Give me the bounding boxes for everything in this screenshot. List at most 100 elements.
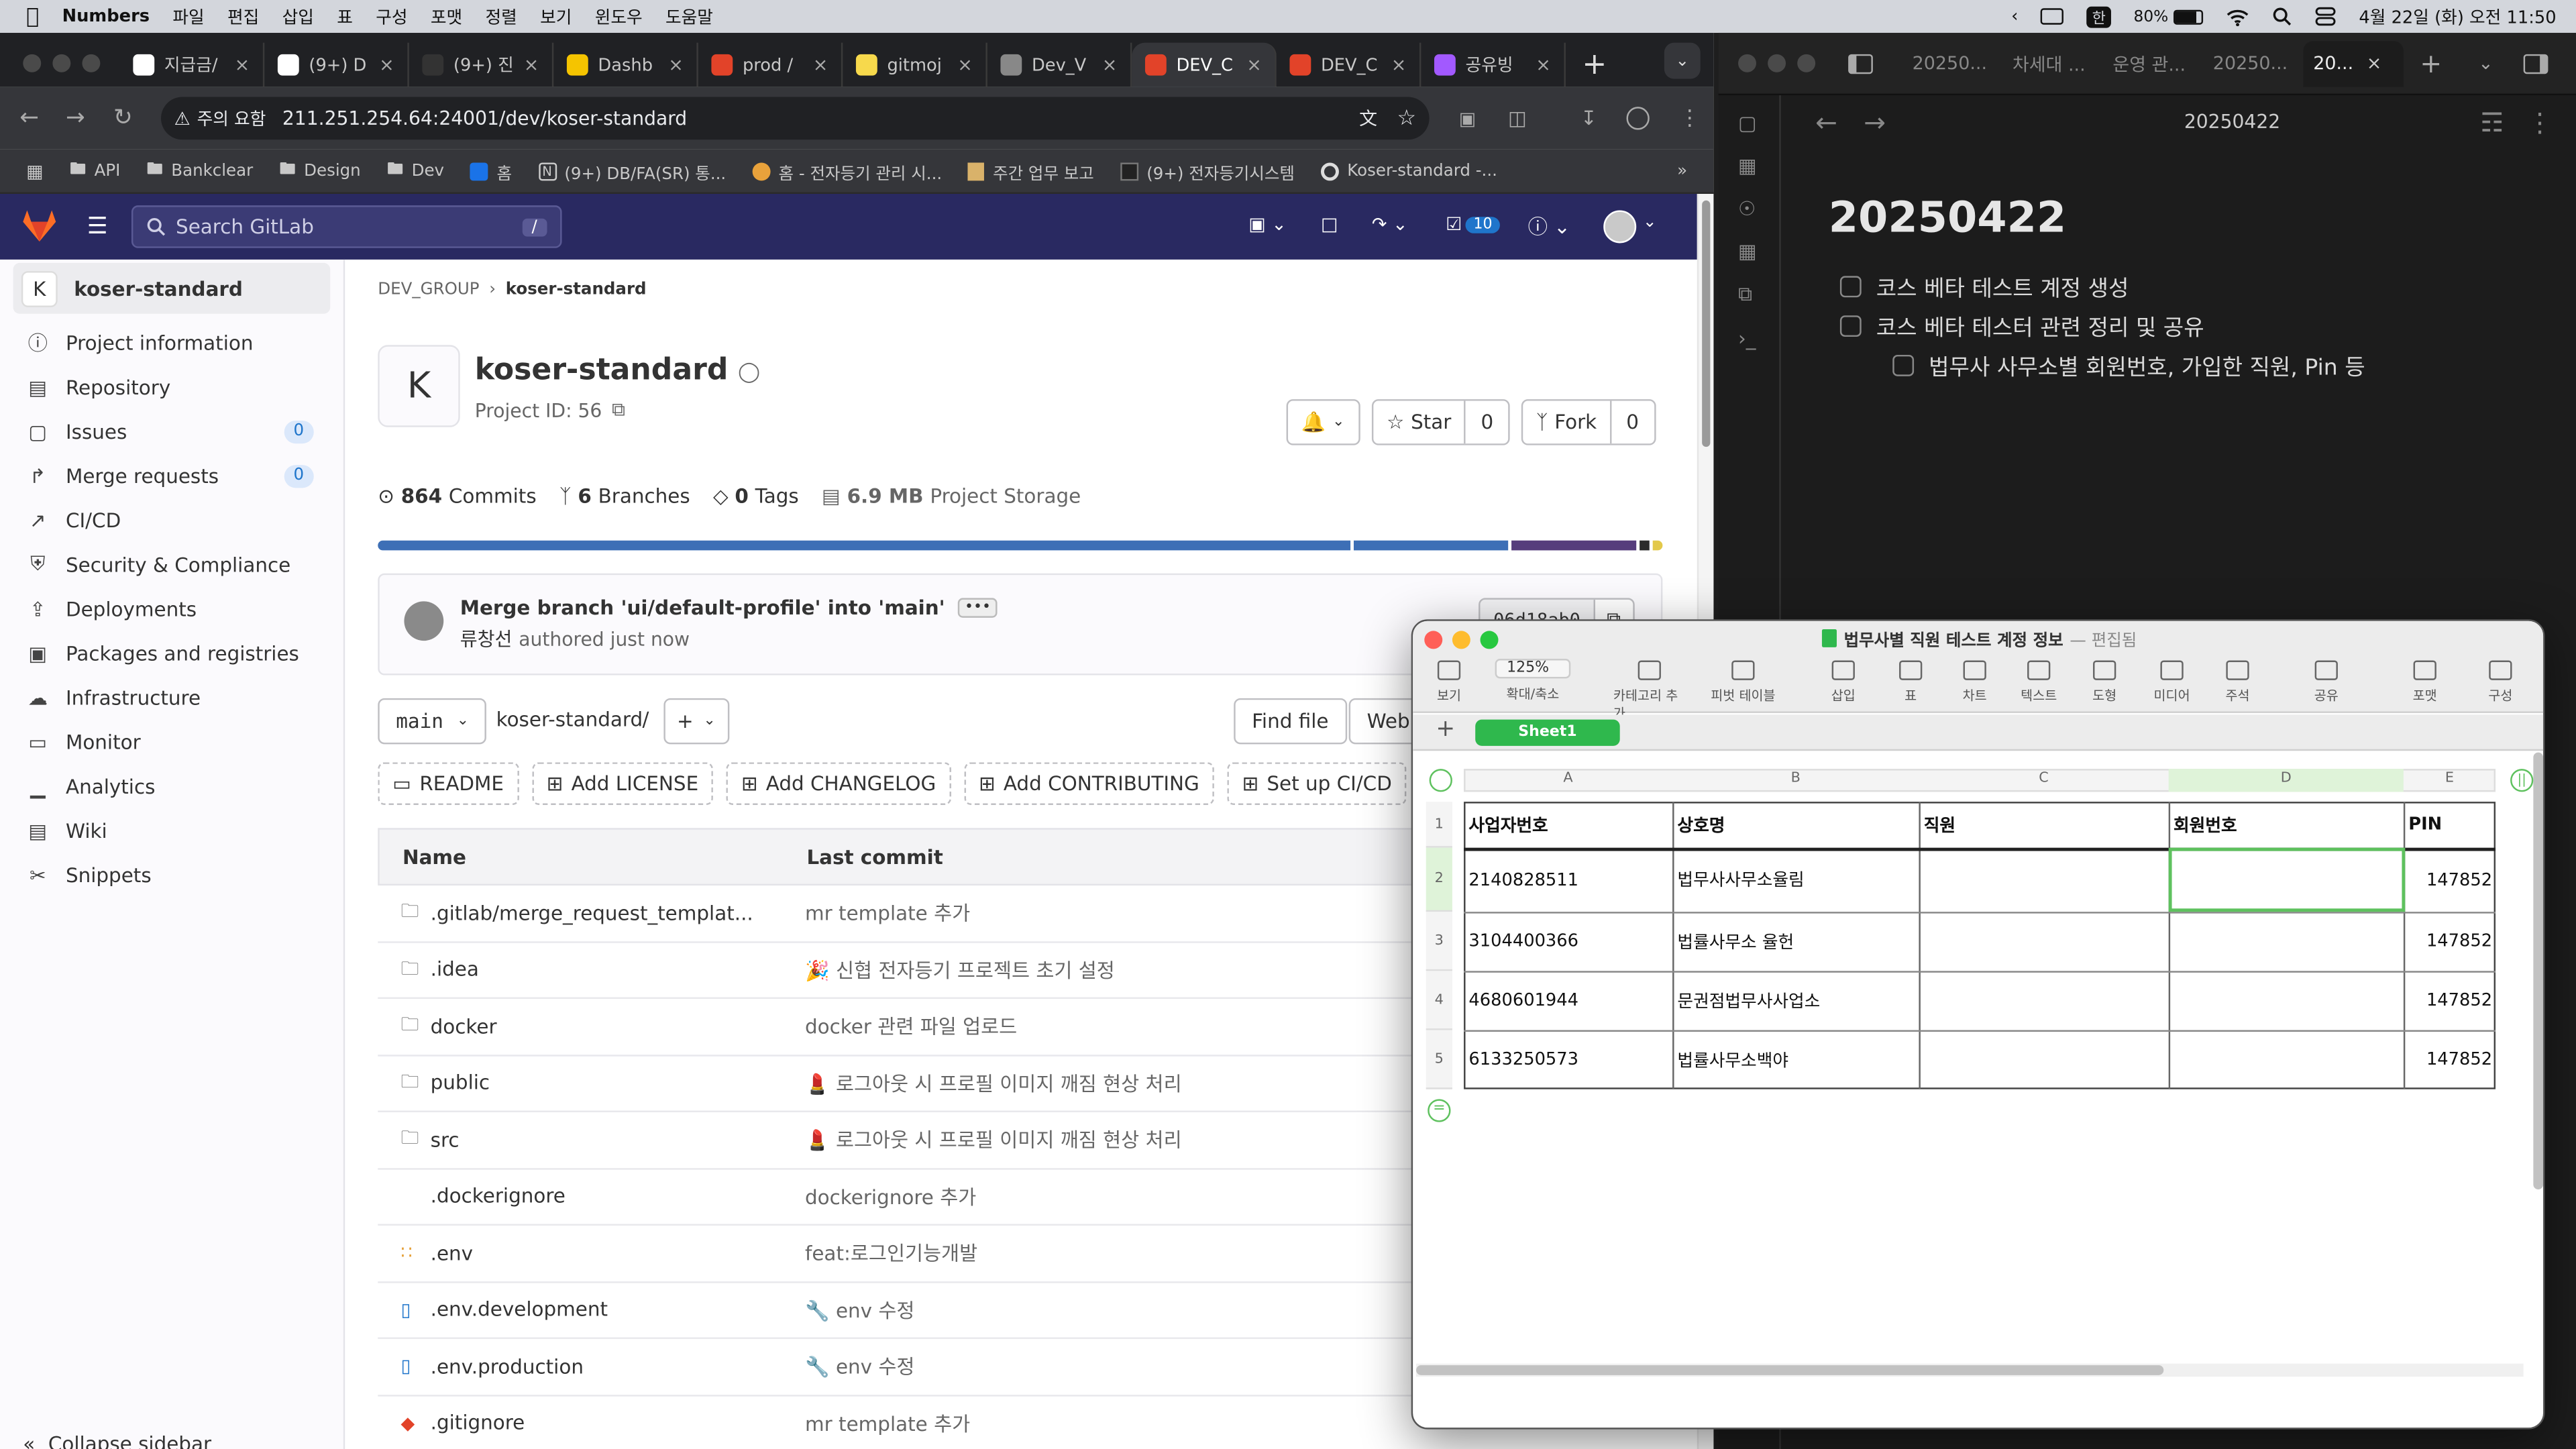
header-cell[interactable]: 직원 — [1919, 802, 2168, 848]
tab-close-icon[interactable]: × — [957, 54, 973, 76]
forward-icon[interactable]: → — [66, 105, 85, 131]
toolbar-format-button[interactable]: 포맷 — [2389, 660, 2461, 704]
browser-tab[interactable]: (9+) D × — [264, 42, 409, 87]
search-input[interactable]: Search GitLab / — [131, 205, 562, 248]
language-segment[interactable] — [1652, 540, 1663, 551]
scrollbar-thumb[interactable] — [1702, 200, 1711, 447]
file-name[interactable]: docker — [431, 1015, 497, 1038]
bookmark-folder[interactable]: 🖿 API — [70, 157, 120, 185]
tab-list-icon[interactable]: ⌄ — [2478, 52, 2493, 74]
menu-arrange[interactable]: 정렬 — [485, 4, 517, 29]
scrollbar-thumb[interactable] — [1416, 1365, 2164, 1375]
file-name[interactable]: .env.development — [431, 1298, 608, 1321]
menu-file[interactable]: 파일 — [172, 4, 204, 29]
file-name[interactable]: .gitignore — [431, 1411, 525, 1434]
calendar-icon[interactable]: ▦ — [1738, 154, 1779, 177]
header-cell[interactable]: 사업자번호 — [1464, 802, 1672, 848]
file-last-commit[interactable]: mr template 추가 — [805, 1409, 970, 1438]
toolbar-share-button[interactable]: 공유 — [2290, 660, 2363, 704]
quick-action-button[interactable]: ⊞ Add CHANGELOG — [726, 762, 951, 806]
add-sheet-icon[interactable]: + — [1436, 716, 1455, 743]
zoom-window-button[interactable] — [1797, 54, 1816, 72]
table-cell[interactable] — [1919, 912, 2168, 971]
sidebar-item-deployments[interactable]: ⇪ Deployments — [0, 586, 343, 631]
new-tab-icon[interactable]: + — [2420, 48, 2442, 79]
bookmark-folder[interactable]: 🖿 Design — [279, 157, 360, 185]
file-last-commit[interactable]: mr template 추가 — [805, 899, 970, 927]
browser-tab[interactable]: 공유빙 × — [1421, 42, 1566, 87]
toolbar-text-button[interactable]: 텍스트 — [2002, 660, 2075, 704]
quick-action-button[interactable]: ⊞ Add LICENSE — [531, 762, 714, 806]
reading-view-icon[interactable]: ☶ — [2480, 106, 2504, 138]
quick-action-button[interactable]: ▭ README — [378, 762, 519, 806]
toolbar-media-button[interactable]: 미디어 — [2136, 660, 2208, 704]
toolbar-table-button[interactable]: 표 — [1874, 660, 1947, 704]
minimize-window-button[interactable] — [1768, 54, 1786, 72]
breadcrumb-project[interactable]: koser-standard — [506, 281, 647, 299]
storage-link[interactable]: ▤ 6.9 MB Project Storage — [822, 484, 1081, 507]
security-warning-chip[interactable]: ⚠ 주의 요함 — [174, 106, 266, 131]
row-header[interactable]: 2 — [1426, 847, 1452, 912]
sidebar-item-packages-and-registries[interactable]: ▣ Packages and registries — [0, 631, 343, 675]
checkbox[interactable] — [1892, 354, 1915, 376]
fork-button[interactable]: ᛉ Fork 0 — [1521, 399, 1656, 445]
toolbar-pivot-button[interactable]: 피벗 테이블 — [1707, 660, 1780, 704]
row-header[interactable]: 3 — [1426, 912, 1452, 971]
find-file-button[interactable]: Find file — [1234, 698, 1347, 745]
table-cell[interactable]: 4680601944 — [1464, 971, 1672, 1030]
menu-organize[interactable]: 구성 — [376, 4, 407, 29]
user-avatar[interactable] — [1603, 210, 1637, 244]
toolbar-chart-button[interactable]: 차트 — [1939, 660, 2011, 704]
row-header[interactable]: 5 — [1426, 1030, 1452, 1089]
browser-tab[interactable]: 지급금/ × — [120, 42, 265, 87]
more-options-icon[interactable]: ⋮ — [2527, 106, 2553, 138]
language-segment[interactable] — [378, 540, 1351, 551]
document-title[interactable]: 법무사별 직원 테스트 계정 정보 — [1844, 626, 2063, 651]
input-method-badge[interactable]: 한 — [2087, 5, 2111, 28]
toolbar-shape-button[interactable]: 도형 — [2068, 660, 2141, 704]
sidebar-item-merge-requests[interactable]: ↱ Merge requests 0 — [0, 453, 343, 498]
toolbar-sidebar-button[interactable]: 보기 — [1413, 660, 1485, 704]
copy-icon[interactable]: ⧉ — [1738, 282, 1779, 307]
table-cell[interactable] — [1919, 971, 2168, 1030]
file-name[interactable]: .env.production — [431, 1355, 584, 1378]
create-new-icon[interactable]: ▣ ⌄ — [1248, 213, 1287, 235]
horizontal-scrollbar[interactable] — [1416, 1363, 2524, 1377]
new-tab-icon[interactable]: + — [1582, 48, 1607, 82]
tab-close-icon[interactable]: × — [1246, 54, 1262, 76]
close-icon[interactable]: × — [2367, 52, 2382, 74]
url-text[interactable]: 211.251.254.64:24001/dev/koser-standard — [282, 107, 687, 129]
zoom-window-button[interactable] — [82, 54, 101, 72]
tags-link[interactable]: ◇ 0 Tags — [713, 484, 799, 507]
branches-link[interactable]: ᛉ 6 Branches — [559, 484, 690, 507]
selected-cell[interactable] — [2168, 847, 2406, 912]
file-name[interactable]: .idea — [431, 958, 479, 981]
back-icon[interactable]: ← — [1815, 106, 1837, 138]
add-column-icon[interactable]: || — [2510, 769, 2534, 792]
language-segment[interactable] — [1640, 540, 1650, 551]
bookmark-link[interactable]: 주간 업무 보고 — [968, 158, 1094, 183]
sidebar-project-header[interactable]: K koser-standard — [13, 262, 331, 314]
notes-tab[interactable]: 차세대 ... — [2002, 40, 2102, 87]
bookmark-folder[interactable]: 🖿 Bankclear — [147, 157, 254, 185]
bookmark-link[interactable]: (9+) 전자등기시스템 — [1120, 158, 1295, 183]
help-icon[interactable]: ⓘ ⌄ — [1528, 212, 1570, 240]
spotlight-search-icon[interactable] — [2272, 7, 2292, 26]
file-name[interactable]: public — [431, 1071, 490, 1094]
tab-close-icon[interactable]: × — [379, 54, 394, 76]
language-segment[interactable] — [1353, 540, 1509, 551]
browser-tab[interactable]: Dev_V × — [987, 42, 1132, 87]
grid-icon[interactable]: ▦ — [1738, 240, 1779, 263]
graph-view-icon[interactable]: ☉ — [1738, 197, 1779, 220]
checklist-text[interactable]: 코스 베타 테스트 계정 생성 — [1876, 270, 2129, 302]
sidebar-item-repository[interactable]: ▤ Repository — [0, 365, 343, 409]
sheet-tab-sheet1[interactable]: Sheet1 — [1475, 719, 1620, 746]
row-header[interactable]: 4 — [1426, 971, 1452, 1030]
apps-grid-icon[interactable]: ▦ — [26, 160, 43, 182]
forward-icon[interactable]: → — [1864, 106, 1886, 138]
download-icon[interactable]: ↧ — [1580, 107, 1597, 129]
menu-insert[interactable]: 삽입 — [282, 4, 314, 29]
sidebar-item-ci-cd[interactable]: ↗ CI/CD — [0, 498, 343, 542]
extensions-icon[interactable]: ◫ — [1508, 107, 1527, 129]
notes-tab[interactable]: 20250... — [1902, 40, 2002, 87]
